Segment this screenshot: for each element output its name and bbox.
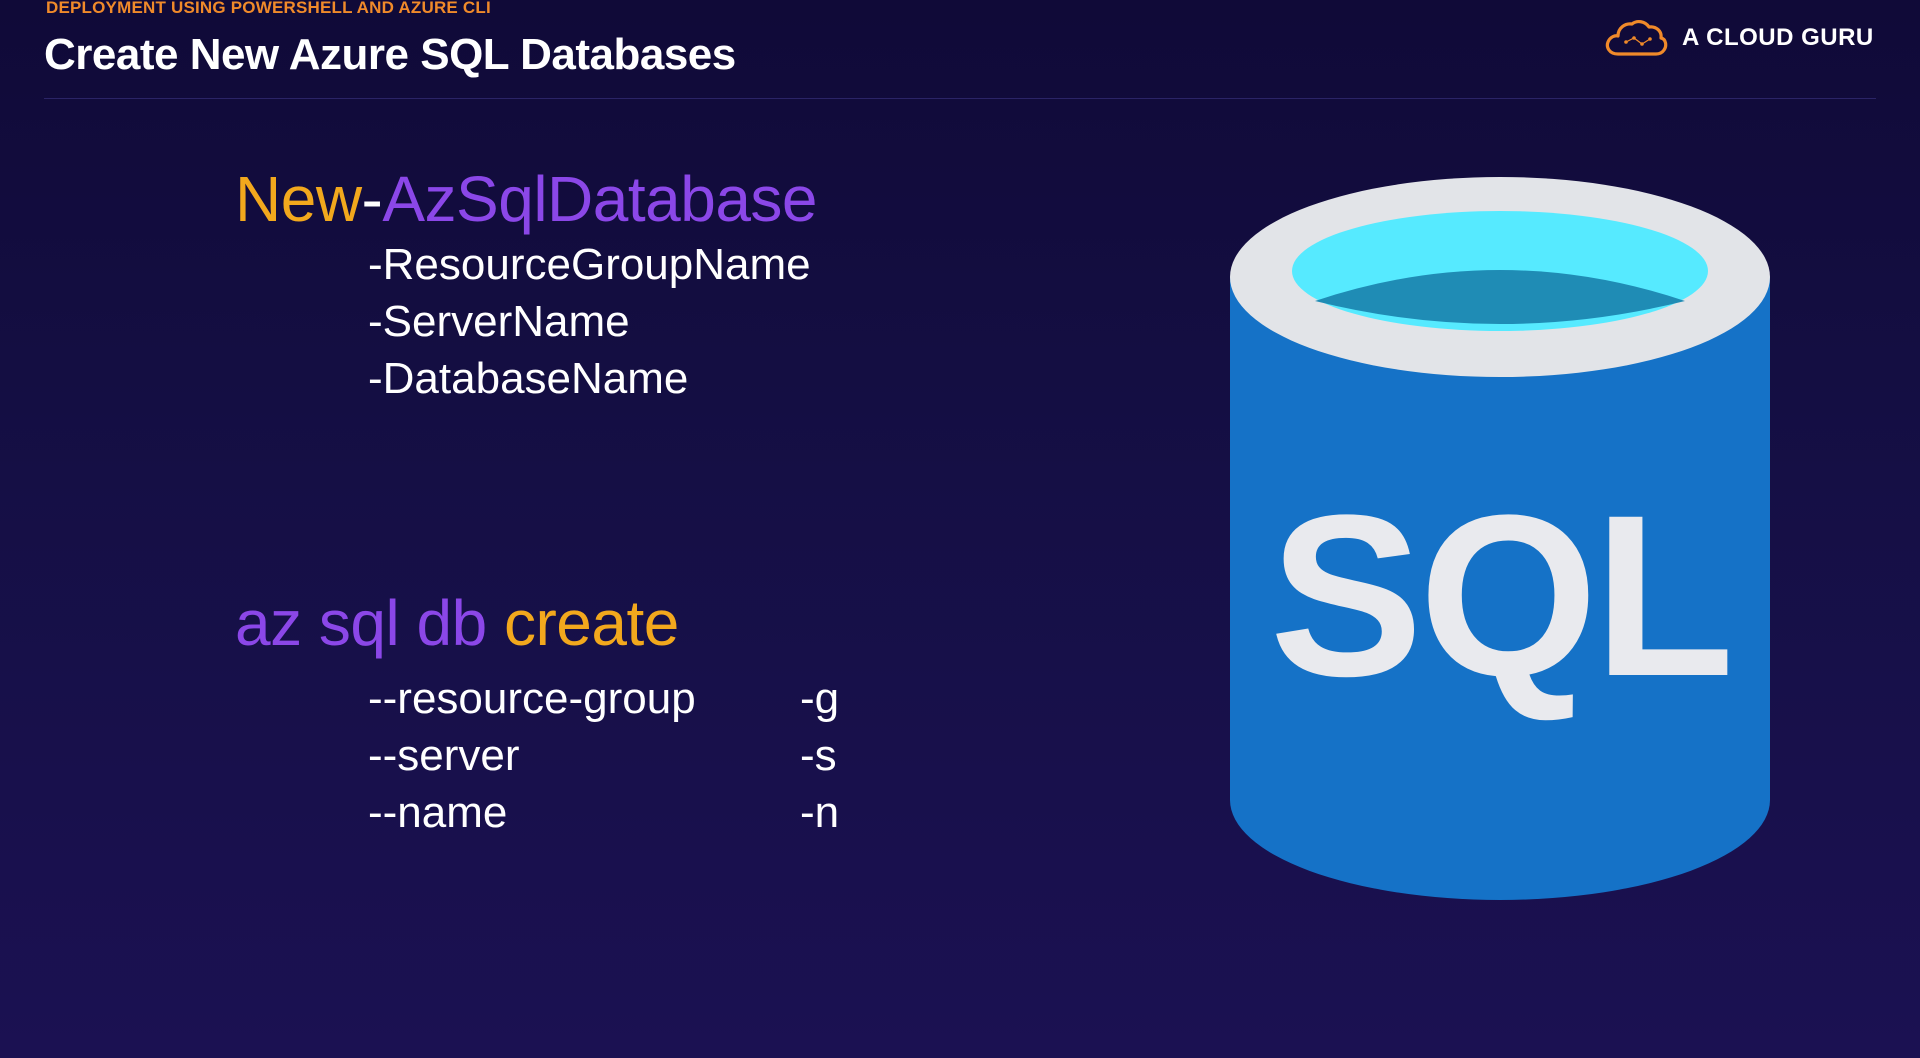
cli-param-row: --name -n <box>368 788 868 845</box>
cli-param-long: --name <box>368 788 508 837</box>
cli-param-short: -n <box>800 788 840 837</box>
powershell-command: New-AzSqlDatabase <box>235 162 817 236</box>
cli-command: az sql db create <box>235 586 679 660</box>
cli-param-long: --server <box>368 731 520 780</box>
cloud-icon <box>1604 18 1668 58</box>
cli-param-row: --server -s <box>368 731 868 788</box>
title-divider <box>44 98 1876 99</box>
cli-prefix: az sql db <box>235 587 487 659</box>
powershell-verb: New <box>235 163 362 235</box>
slide-title: Create New Azure SQL Databases <box>44 30 736 79</box>
powershell-param: -DatabaseName <box>368 354 689 403</box>
slide: DEPLOYMENT USING POWERSHELL AND AZURE CL… <box>0 0 1920 1058</box>
cli-param-short: -s <box>800 731 837 780</box>
powershell-param: -ResourceGroupName <box>368 240 811 289</box>
powershell-noun: AzSqlDatabase <box>382 163 817 235</box>
sql-icon-label: SQL <box>1270 467 1731 724</box>
sql-database-icon: SQL <box>1225 175 1775 910</box>
powershell-dash: - <box>361 163 383 235</box>
a-cloud-guru-logo: A CLOUD GURU <box>1604 18 1874 58</box>
cli-param-long: --resource-group <box>368 674 696 723</box>
cli-param-short: -g <box>800 674 840 723</box>
slide-eyebrow: DEPLOYMENT USING POWERSHELL AND AZURE CL… <box>46 0 491 17</box>
cli-param-row: --resource-group -g <box>368 674 868 731</box>
powershell-params: -ResourceGroupName -ServerName -Database… <box>368 240 811 411</box>
cli-params: --resource-group -g --server -s --name -… <box>368 674 868 845</box>
cli-space <box>487 587 504 659</box>
powershell-param: -ServerName <box>368 297 630 346</box>
cli-action: create <box>503 587 679 659</box>
logo-text: A CLOUD GURU <box>1682 24 1874 51</box>
